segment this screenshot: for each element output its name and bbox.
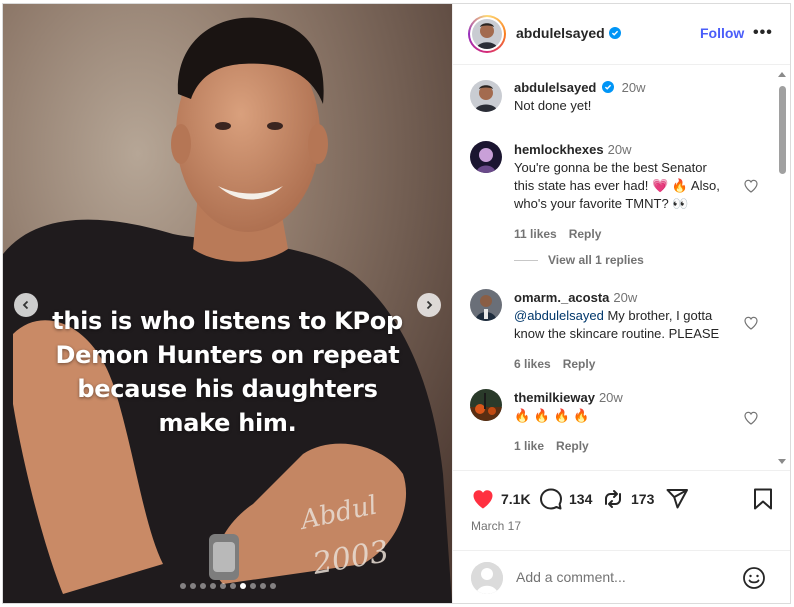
mention-link[interactable]: @abdulelsayed — [514, 308, 604, 323]
scroll-down-arrow-icon[interactable] — [778, 459, 786, 464]
comment-bubble-icon — [540, 488, 562, 510]
comment-username[interactable]: themilkieway — [514, 390, 595, 405]
caption-line: this is who listens to KPop — [52, 307, 403, 335]
caption-line: Demon Hunters on repeat — [55, 341, 400, 369]
share-button[interactable] — [665, 487, 689, 511]
comment-button[interactable]: 134 — [539, 487, 592, 511]
repost-button[interactable]: 173 — [601, 487, 654, 511]
list-item: themilkieway 20w 🔥 🔥 🔥 🔥 1 like Reply — [453, 388, 773, 458]
author-username[interactable]: abdulelsayed — [516, 25, 621, 41]
reply-button[interactable]: Reply — [556, 437, 589, 455]
slide-dot — [210, 583, 216, 589]
view-replies-button[interactable]: View all 1 replies — [514, 253, 644, 267]
comment-time[interactable]: 20w — [608, 142, 632, 157]
slide-dot — [270, 583, 276, 589]
comment-username[interactable]: omarm._acosta — [514, 290, 609, 305]
comment-username[interactable]: abdulelsayed — [514, 80, 596, 95]
comment-likes[interactable]: 1 like — [514, 437, 544, 455]
repost-icon — [605, 490, 621, 508]
verified-badge-icon — [608, 27, 621, 39]
avatar[interactable] — [470, 389, 502, 421]
add-comment-bar — [453, 550, 790, 603]
scrollbar-thumb[interactable] — [779, 86, 786, 174]
list-item: omarm._acosta 20w @abdulelsayed My brothe… — [453, 288, 773, 371]
post-side-panel: abdulelsayed Follow ••• abdulelsayed 20w… — [452, 4, 790, 603]
view-replies-label[interactable]: View all 1 replies — [548, 253, 644, 267]
comment-input[interactable] — [516, 567, 716, 587]
post-caption-overlay: this is who listens to KPop Demon Hunter… — [23, 304, 432, 440]
post-media[interactable]: Abdul 2003 this is who listens to KPop D… — [3, 4, 452, 603]
heart-filled-icon — [473, 490, 493, 509]
avatar[interactable] — [470, 141, 502, 173]
bookmark-icon — [754, 488, 772, 510]
next-slide-button[interactable] — [417, 293, 441, 317]
scroll-up-arrow-icon[interactable] — [778, 72, 786, 77]
author-username-text[interactable]: abdulelsayed — [516, 25, 605, 41]
slide-dot — [220, 583, 226, 589]
comment-text: who's your favorite TMNT? 👀 — [514, 196, 689, 211]
like-button[interactable]: 7.1K — [471, 487, 531, 511]
comment-username[interactable]: hemlockhexes — [514, 142, 604, 157]
previous-slide-button[interactable] — [14, 293, 38, 317]
reply-button[interactable]: Reply — [569, 225, 602, 243]
post-actions: 7.1K 134 173 March 17 — [453, 470, 790, 550]
comment-time[interactable]: 20w — [599, 390, 623, 405]
slide-dot — [260, 583, 266, 589]
comments-scrollbar[interactable] — [775, 66, 789, 469]
avatar[interactable] — [468, 15, 506, 53]
slide-indicator — [180, 583, 276, 589]
caption-line: make him. — [158, 409, 297, 437]
comment-likes[interactable]: 6 likes — [514, 355, 551, 373]
follow-button[interactable]: Follow — [700, 25, 744, 41]
slide-dot — [240, 583, 246, 589]
comment-text: 🔥 🔥 🔥 🔥 — [514, 408, 590, 423]
comment-text: know the skincare routine. PLEASE — [514, 326, 720, 341]
post-date[interactable]: March 17 — [471, 519, 521, 533]
comment-text: this state has ever had! 💗 🔥 Also, — [514, 178, 720, 193]
slide-dot — [180, 583, 186, 589]
emoji-icon[interactable] — [742, 566, 766, 590]
avatar — [471, 562, 503, 594]
like-comment-heart-icon[interactable] — [743, 315, 759, 331]
send-paper-plane-icon — [666, 489, 688, 509]
like-comment-heart-icon[interactable] — [743, 410, 759, 426]
more-options-button[interactable]: ••• — [753, 24, 773, 42]
comment-text: You're gonna be the best Senator — [514, 160, 707, 175]
comment-time[interactable]: 20w — [622, 80, 646, 95]
verified-badge-icon — [602, 81, 614, 93]
likes-count[interactable]: 7.1K — [501, 491, 531, 507]
slide-dot — [200, 583, 206, 589]
chevron-left-icon — [22, 300, 29, 310]
list-item: abdulelsayed 20w Not done yet! — [453, 78, 773, 118]
comments-count[interactable]: 134 — [569, 491, 592, 507]
comment-time[interactable]: 20w — [613, 290, 637, 305]
reposts-count[interactable]: 173 — [631, 491, 654, 507]
save-button[interactable] — [752, 487, 774, 511]
caption-line: because his daughters — [77, 375, 378, 403]
comment-likes[interactable]: 11 likes — [514, 225, 557, 243]
post-header: abdulelsayed Follow ••• — [453, 4, 790, 65]
slide-dot — [250, 583, 256, 589]
comment-text: My brother, I gotta — [603, 308, 713, 323]
slide-dot — [230, 583, 236, 589]
reply-button[interactable]: Reply — [563, 355, 596, 373]
avatar[interactable] — [470, 80, 502, 112]
like-comment-heart-icon[interactable] — [743, 178, 759, 194]
chevron-right-icon — [426, 300, 433, 310]
avatar[interactable] — [470, 289, 502, 321]
slide-dot — [190, 583, 196, 589]
list-item: hemlockhexes 20w You're gonna be the best… — [453, 138, 773, 268]
comment-text: Not done yet! — [514, 98, 592, 113]
post-modal: Abdul 2003 this is who listens to KPop D… — [2, 3, 791, 604]
comments-list[interactable]: abdulelsayed 20w Not done yet! hemlockhe… — [453, 66, 790, 469]
